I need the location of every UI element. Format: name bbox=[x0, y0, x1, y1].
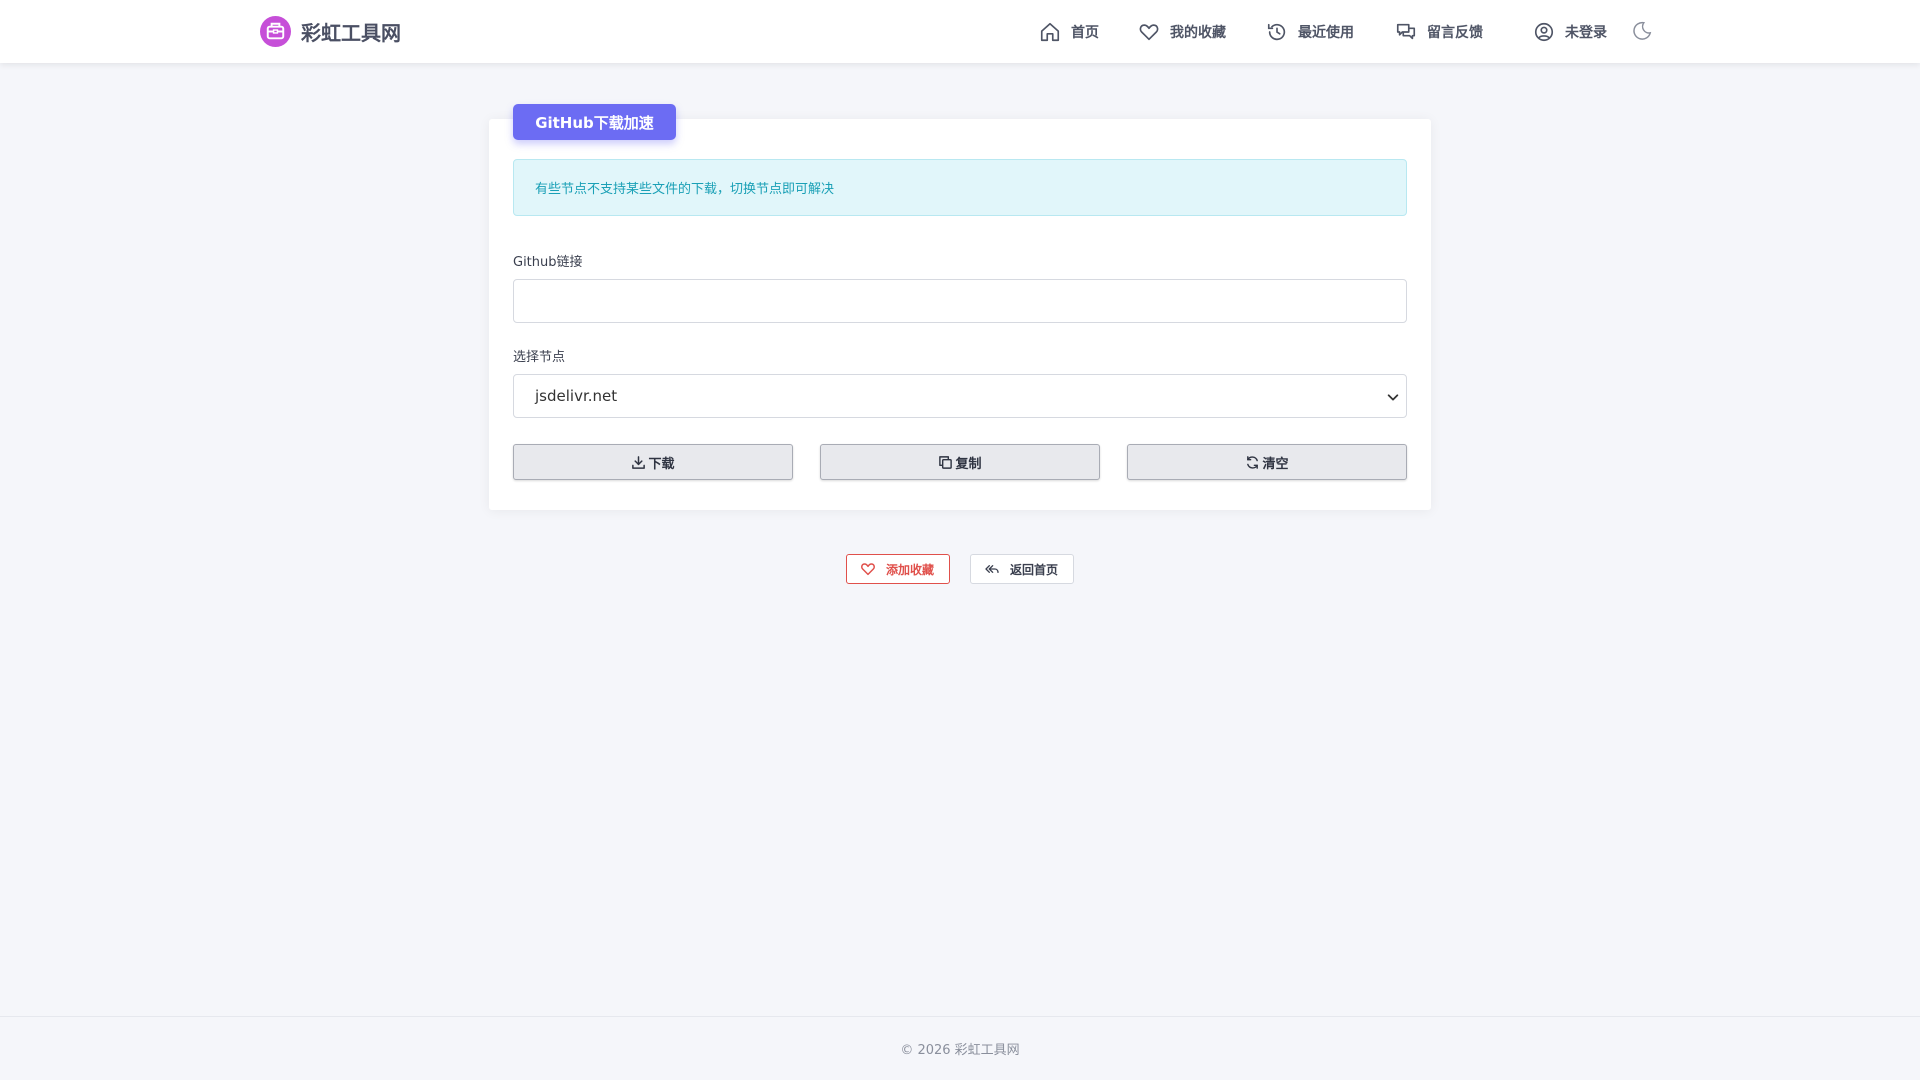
heart-icon bbox=[861, 563, 875, 576]
copy-button[interactable]: 复制 bbox=[820, 444, 1100, 480]
home-icon bbox=[1040, 22, 1060, 42]
tool-title-badge: GitHub下载加速 bbox=[513, 104, 676, 140]
top-navbar: 彩虹工具网 首页 我的收藏 最近使用 留言反馈 未登录 bbox=[0, 0, 1920, 63]
copy-button-label: 复制 bbox=[955, 456, 982, 472]
nav-recent-label: 最近使用 bbox=[1298, 25, 1354, 41]
nav-login[interactable]: 未登录 bbox=[1533, 19, 1607, 45]
add-favorite-button[interactable]: 添加收藏 bbox=[846, 554, 950, 584]
download-button-label: 下载 bbox=[648, 456, 675, 472]
history-icon bbox=[1267, 23, 1286, 41]
clear-button[interactable]: 清空 bbox=[1127, 444, 1407, 480]
info-alert-text: 有些节点不支持某些文件的下载，切换节点即可解决 bbox=[535, 182, 835, 197]
node-select-value: jsdelivr.net bbox=[535, 387, 618, 405]
download-button[interactable]: 下载 bbox=[513, 444, 793, 480]
nav-recent[interactable]: 最近使用 bbox=[1266, 19, 1354, 45]
download-icon bbox=[632, 455, 646, 469]
copyright-text: © 2026 彩虹工具网 bbox=[900, 1043, 1020, 1058]
nav-home-label: 首页 bbox=[1071, 25, 1099, 41]
nav-login-label: 未登录 bbox=[1565, 25, 1607, 41]
clear-button-label: 清空 bbox=[1262, 456, 1289, 472]
moon-icon[interactable] bbox=[1631, 20, 1653, 42]
user-circle-icon bbox=[1534, 22, 1554, 42]
refresh-icon bbox=[1247, 455, 1259, 469]
nav-favorites[interactable]: 我的收藏 bbox=[1138, 19, 1226, 45]
node-select[interactable]: jsdelivr.net bbox=[513, 374, 1407, 418]
nav-home[interactable]: 首页 bbox=[1039, 19, 1099, 45]
node-select-label: 选择节点 bbox=[513, 350, 566, 365]
page-footer: © 2026 彩虹工具网 bbox=[0, 1016, 1920, 1080]
copy-icon bbox=[939, 455, 953, 469]
nav-feedback-label: 留言反馈 bbox=[1427, 25, 1483, 41]
brand-name: 彩虹工具网 bbox=[301, 21, 401, 45]
back-home-button[interactable]: 返回首页 bbox=[970, 554, 1074, 584]
github-link-label: Github链接 bbox=[513, 255, 583, 270]
reply-all-icon bbox=[985, 565, 999, 573]
github-link-input[interactable] bbox=[513, 279, 1407, 323]
back-home-label: 返回首页 bbox=[1010, 562, 1059, 577]
nav-favorites-label: 我的收藏 bbox=[1170, 25, 1226, 41]
toolbox-logo-icon bbox=[260, 16, 291, 47]
heart-icon bbox=[1139, 24, 1159, 41]
nav-feedback[interactable]: 留言反馈 bbox=[1395, 19, 1483, 45]
chevron-down-icon bbox=[1387, 394, 1399, 401]
add-favorite-label: 添加收藏 bbox=[886, 562, 935, 577]
brand-link[interactable]: 彩虹工具网 bbox=[260, 15, 401, 48]
tool-card: 有些节点不支持某些文件的下载，切换节点即可解决 Github链接 选择节点 js… bbox=[489, 119, 1431, 510]
info-alert: 有些节点不支持某些文件的下载，切换节点即可解决 bbox=[513, 159, 1407, 216]
chat-icon bbox=[1396, 23, 1416, 40]
